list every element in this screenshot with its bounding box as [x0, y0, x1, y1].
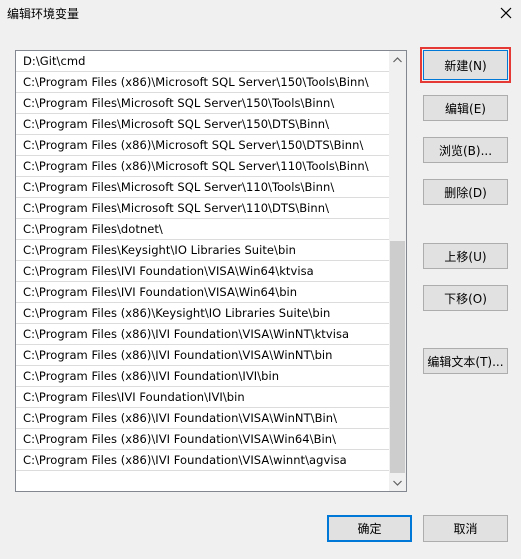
- path-list-item[interactable]: C:\Program Files (x86)\Microsoft SQL Ser…: [16, 135, 389, 156]
- vertical-scrollbar[interactable]: [389, 51, 406, 491]
- move-down-button[interactable]: 下移(O): [423, 285, 508, 311]
- delete-button[interactable]: 删除(D): [423, 179, 508, 205]
- path-list-item[interactable]: C:\Program Files (x86)\IVI Foundation\VI…: [16, 324, 389, 345]
- path-list-item[interactable]: C:\Program Files\Microsoft SQL Server\15…: [16, 93, 389, 114]
- path-list-item[interactable]: C:\Program Files (x86)\IVI Foundation\VI…: [16, 450, 389, 471]
- path-list-item[interactable]: C:\Program Files (x86)\IVI Foundation\IV…: [16, 366, 389, 387]
- path-list-item[interactable]: C:\Program Files\IVI Foundation\VISA\Win…: [16, 282, 389, 303]
- chevron-up-icon: [393, 56, 402, 62]
- path-list-item[interactable]: C:\Program Files\Microsoft SQL Server\15…: [16, 114, 389, 135]
- edit-text-button[interactable]: 编辑文本(T)...: [423, 348, 508, 374]
- path-list-item[interactable]: C:\Program Files (x86)\IVI Foundation\VI…: [16, 429, 389, 450]
- new-button[interactable]: 新建(N): [420, 47, 511, 83]
- path-list-item[interactable]: C:\Program Files (x86)\IVI Foundation\VI…: [16, 345, 389, 366]
- cancel-button[interactable]: 取消: [423, 515, 508, 542]
- path-list-item[interactable]: C:\Program Files (x86)\Microsoft SQL Ser…: [16, 156, 389, 177]
- path-list-item[interactable]: C:\Program Files\dotnet\: [16, 219, 389, 240]
- path-list-item[interactable]: C:\Program Files\Microsoft SQL Server\11…: [16, 177, 389, 198]
- path-list-item[interactable]: C:\Program Files (x86)\Microsoft SQL Ser…: [16, 72, 389, 93]
- chevron-down-icon: [393, 480, 402, 486]
- edit-button[interactable]: 编辑(E): [423, 95, 508, 121]
- path-list-item[interactable]: C:\Program Files\IVI Foundation\VISA\Win…: [16, 261, 389, 282]
- close-icon: [500, 7, 512, 19]
- close-button[interactable]: [494, 1, 518, 25]
- scroll-up-arrow[interactable]: [389, 51, 406, 68]
- path-list-item[interactable]: C:\Program Files (x86)\IVI Foundation\VI…: [16, 408, 389, 429]
- window-title: 编辑环境变量: [7, 7, 80, 21]
- path-list-item[interactable]: C:\Program Files\Microsoft SQL Server\11…: [16, 198, 389, 219]
- path-list[interactable]: D:\Git\cmd C:\Program Files (x86)\Microso…: [15, 50, 407, 492]
- ok-button[interactable]: 确定: [327, 515, 412, 542]
- path-list-item[interactable]: C:\Program Files\Keysight\IO Libraries S…: [16, 240, 389, 261]
- path-list-item[interactable]: C:\Program Files (x86)\Keysight\IO Libra…: [16, 303, 389, 324]
- move-up-button[interactable]: 上移(U): [423, 243, 508, 269]
- path-list-item[interactable]: C:\Program Files\IVI Foundation\IVI\bin: [16, 387, 389, 408]
- scroll-down-arrow[interactable]: [389, 474, 406, 491]
- scroll-thumb[interactable]: [390, 241, 405, 473]
- browse-button[interactable]: 浏览(B)...: [423, 137, 508, 163]
- path-list-item[interactable]: D:\Git\cmd: [16, 51, 389, 72]
